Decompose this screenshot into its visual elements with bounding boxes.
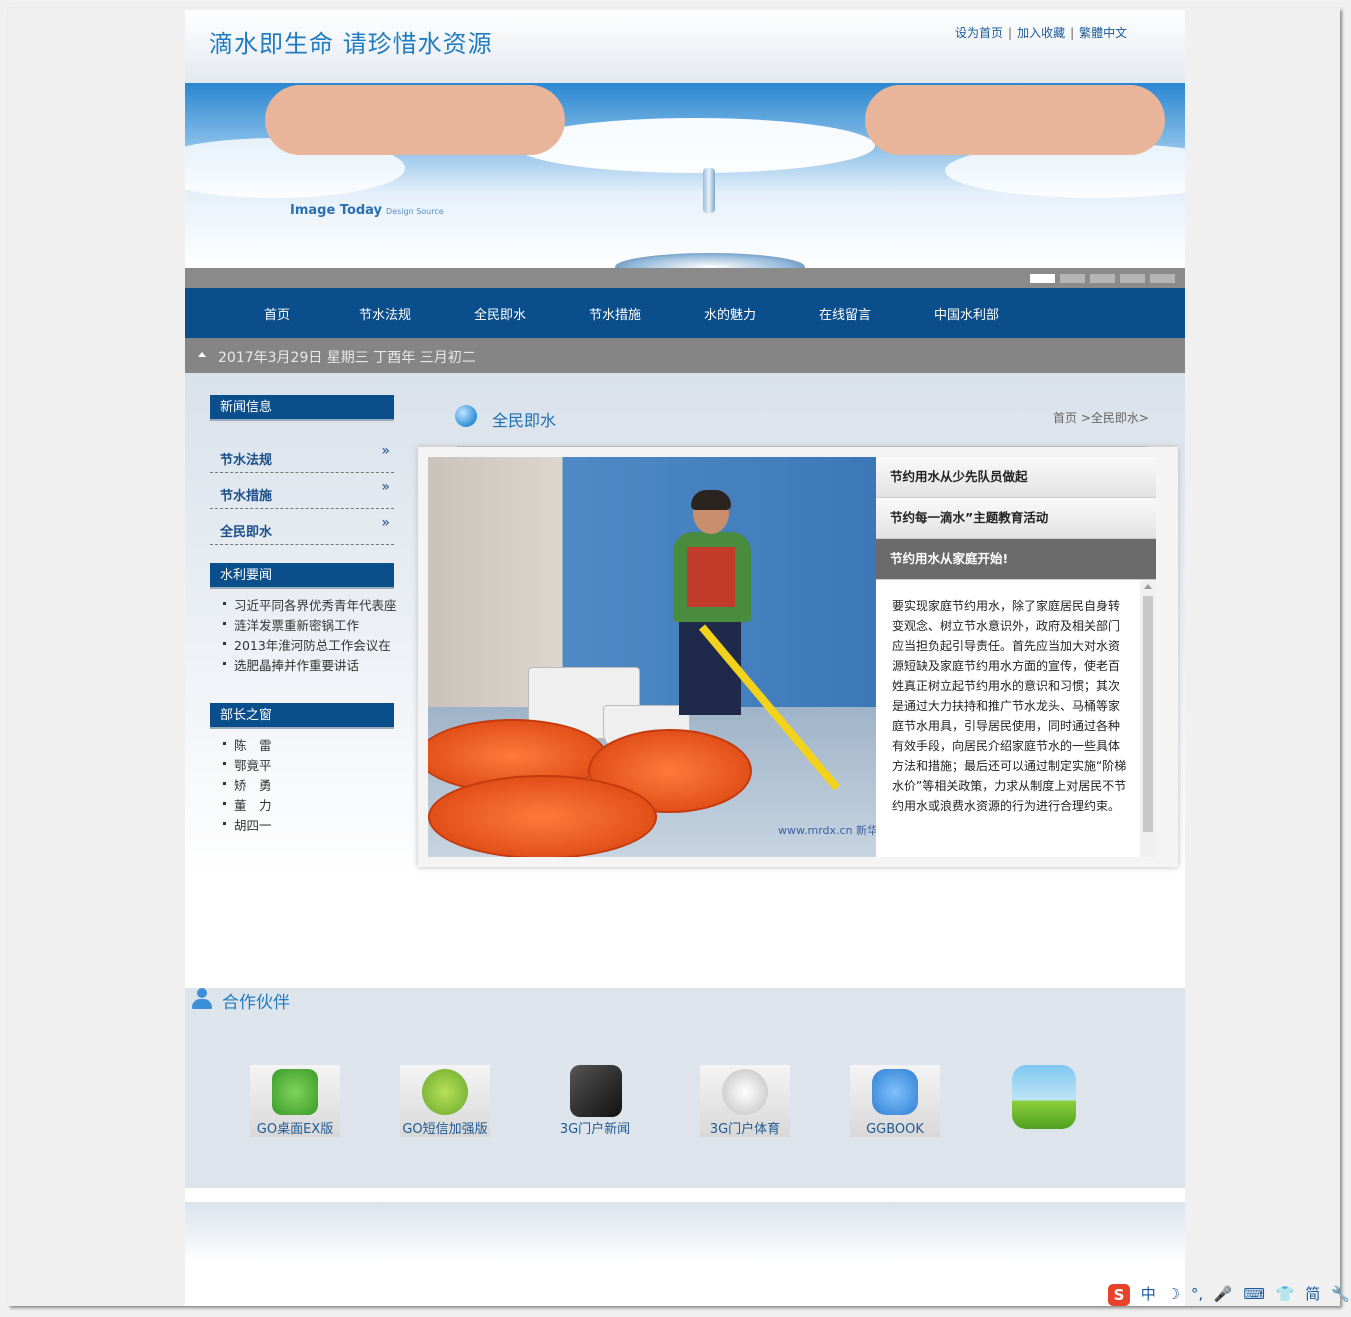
news-slider-panel: www.mrdx.cn 新华每日电讯 节约用水从少先队员做起 节约每一滴水”主题… xyxy=(418,447,1178,867)
nav-all-people-water[interactable]: 全民即水 xyxy=(474,288,526,338)
news-tabs: 节约用水从少先队员做起 节约每一滴水”主题教育活动 节约用水从家庭开始! xyxy=(876,457,1156,580)
partner-logo-go-sms[interactable]: GO短信加强版 xyxy=(400,1065,490,1137)
section-title: 全民即水 xyxy=(492,411,557,430)
sidebar-news-heading: 新闻信息 xyxy=(210,395,394,421)
footer xyxy=(185,1202,1185,1306)
double-chevron-icon: » xyxy=(381,479,390,495)
nav-ministry-water[interactable]: 中国水利部 xyxy=(934,288,999,338)
slide-dot-4[interactable] xyxy=(1120,274,1145,283)
minister-list: 陈 雷 鄂竟平 矫 勇 董 力 胡四一 xyxy=(221,736,272,836)
banner-image: Image Today Design Source xyxy=(185,83,1185,268)
slide-dot-1[interactable] xyxy=(1030,274,1055,283)
content-area: 新闻信息 节水法规 » 节水措施 » 全民即水 » 水利要闻 习近平同各界优秀青… xyxy=(185,373,1185,968)
list-item[interactable]: 陈 雷 xyxy=(221,736,272,756)
list-item[interactable]: 习近平同各界优秀青年代表座 xyxy=(221,596,397,616)
partner-logo-weather[interactable] xyxy=(1000,1065,1090,1137)
scroll-up-icon[interactable] xyxy=(1144,584,1152,589)
photo-watermark: www.mrdx.cn 新华每日电讯 xyxy=(778,824,876,837)
nav-water-measures[interactable]: 节水措施 xyxy=(589,288,641,338)
partners-section: 合作伙伴 GO桌面EX版 GO短信加强版 3G门户新闻 3G门户体育 GGBOO… xyxy=(185,988,1185,1188)
list-item[interactable]: 涟洋发票重新密锅工作 xyxy=(221,616,397,636)
chat-bubble-icon xyxy=(422,1069,468,1115)
double-chevron-icon: » xyxy=(381,443,390,459)
sidebar-minister-heading: 部长之窗 xyxy=(210,703,394,729)
date-bar: 2017年3月29日 星期三 丁酉年 三月初二 xyxy=(185,338,1185,373)
partners-title: 合作伙伴 xyxy=(222,993,290,1013)
skin-shirt-icon[interactable]: 👕 xyxy=(1276,1285,1295,1303)
list-item[interactable]: 矫 勇 xyxy=(221,776,272,796)
list-item[interactable]: 选肥晶捧并作重要讲话 xyxy=(221,656,397,676)
3g-news-icon xyxy=(570,1065,622,1117)
microphone-icon[interactable]: 🎤 xyxy=(1214,1285,1233,1303)
sidebar-water-news-heading: 水利要闻 xyxy=(210,563,394,589)
slide-dot-2[interactable] xyxy=(1060,274,1085,283)
sidebar-link-water-measures[interactable]: 节水措施 » xyxy=(210,473,394,509)
banner-brand: Image Today Design Source xyxy=(290,203,444,218)
partner-logo-3g-sports[interactable]: 3G门户体育 xyxy=(700,1065,790,1137)
clover-icon xyxy=(272,1069,318,1115)
site-title: 滴水即生命 请珍惜水资源 xyxy=(209,30,493,58)
main-nav: 首页 节水法规 全民即水 节水措施 水的魅力 在线留言 中国水利部 xyxy=(185,288,1185,338)
sidebar-link-all-people-water[interactable]: 全民即水 » xyxy=(210,509,394,545)
scrollbar-thumb[interactable] xyxy=(1143,596,1153,832)
list-item[interactable]: 鄂竟平 xyxy=(221,756,272,776)
punctuation-icon[interactable]: °, xyxy=(1191,1285,1203,1303)
basin xyxy=(428,775,657,857)
sun-weather-icon xyxy=(1012,1065,1076,1129)
double-chevron-icon: » xyxy=(381,515,390,531)
partner-logo-3g-news[interactable]: 3G门户新闻 xyxy=(550,1065,640,1137)
triangle-up-icon xyxy=(198,352,206,357)
owl-icon xyxy=(872,1069,918,1115)
right-hand xyxy=(865,85,1165,155)
slide-dot-3[interactable] xyxy=(1090,274,1115,283)
partner-logo-ggbook[interactable]: GGBOOK xyxy=(850,1065,940,1137)
wrench-icon[interactable]: 🔧 xyxy=(1331,1285,1350,1303)
left-hand xyxy=(265,85,565,155)
sidebar-link-water-law[interactable]: 节水法规 » xyxy=(210,437,394,473)
water-ripple xyxy=(615,253,805,268)
water-stream xyxy=(703,168,715,213)
cloud xyxy=(515,118,875,173)
slide-dot-5[interactable] xyxy=(1150,274,1175,283)
nav-home[interactable]: 首页 xyxy=(264,288,290,338)
add-favorite-link[interactable]: 加入收藏 xyxy=(1017,26,1065,40)
keyboard-icon[interactable]: ⌨ xyxy=(1243,1285,1265,1303)
list-item[interactable]: 董 力 xyxy=(221,796,272,816)
ime-simplified[interactable]: 简 xyxy=(1305,1285,1320,1303)
list-item[interactable]: 胡四一 xyxy=(221,816,272,836)
water-news-list: 习近平同各界优秀青年代表座 涟洋发票重新密锅工作 2013年淮河防总工作会议在 … xyxy=(221,596,397,676)
slide-indicator-bar xyxy=(185,268,1185,288)
current-date: 2017年3月29日 星期三 丁酉年 三月初二 xyxy=(218,350,476,366)
sports-icon xyxy=(722,1069,768,1115)
top-links: 设为首页 | 加入收藏 | 繁體中文 xyxy=(955,26,1128,40)
set-homepage-link[interactable]: 设为首页 xyxy=(955,26,1003,40)
article-body: 要实现家庭节约用水，除了家庭居民自身转变观念、树立节水意识外，政府及相关部门应当… xyxy=(892,599,1127,813)
news-photo[interactable]: www.mrdx.cn 新华每日电讯 xyxy=(428,457,876,857)
breadcrumb[interactable]: 首页 >全民即水> xyxy=(1053,409,1149,426)
ime-chinese-mode[interactable]: 中 xyxy=(1141,1285,1156,1303)
nav-water-law[interactable]: 节水法规 xyxy=(359,288,411,338)
list-item[interactable]: 2013年淮河防总工作会议在 xyxy=(221,636,397,656)
traditional-chinese-link[interactable]: 繁體中文 xyxy=(1079,26,1127,40)
partner-logo-go-launcher[interactable]: GO桌面EX版 xyxy=(250,1065,340,1137)
person-mopping xyxy=(663,490,758,722)
user-icon xyxy=(191,988,213,1010)
news-tab-3[interactable]: 节约用水从家庭开始! xyxy=(876,539,1156,580)
article-text: 要实现家庭节约用水，除了家庭居民自身转变观念、树立节水意识外，政府及相关部门应当… xyxy=(876,580,1140,857)
news-tab-2[interactable]: 节约每一滴水”主题教育活动 xyxy=(876,498,1156,539)
ime-toolbar: S 中 ☽ °, 🎤 ⌨ 👕 简 🔧 xyxy=(1108,1283,1350,1307)
globe-icon xyxy=(455,405,477,427)
moon-icon[interactable]: ☽ xyxy=(1167,1285,1180,1303)
news-tab-1[interactable]: 节约用水从少先队员做起 xyxy=(876,457,1156,498)
page: 滴水即生命 请珍惜水资源 设为首页 | 加入收藏 | 繁體中文 Image Today D… xyxy=(185,10,1185,1306)
sogou-logo-icon[interactable]: S xyxy=(1108,1283,1130,1306)
article-scrollbar[interactable] xyxy=(1140,580,1156,857)
nav-water-charm[interactable]: 水的魅力 xyxy=(704,288,756,338)
nav-online-message[interactable]: 在线留言 xyxy=(819,288,871,338)
site-header: 滴水即生命 请珍惜水资源 设为首页 | 加入收藏 | 繁體中文 xyxy=(185,10,1185,83)
